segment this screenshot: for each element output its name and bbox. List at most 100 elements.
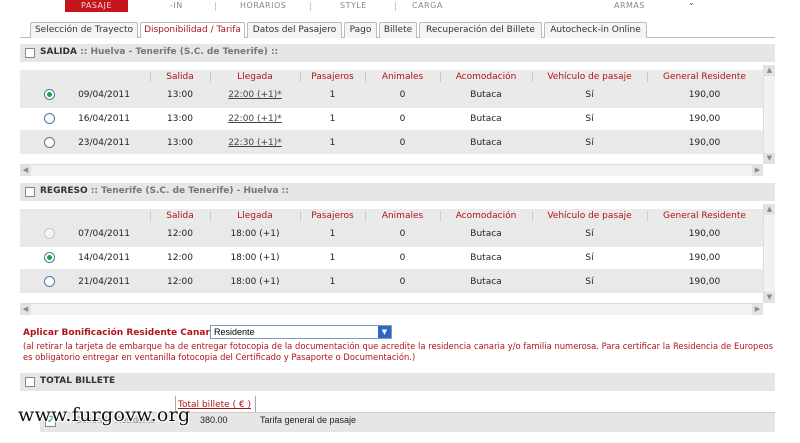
schedule-row[interactable]: 21/04/2011 12:00 18:00 (+1) 1 0 Butaca Sí 190,0… [20,271,763,293]
select-trip-radio[interactable] [44,252,55,263]
menu-item-carga[interactable]: CARGA [412,0,452,12]
column-header: General Residente [663,211,746,221]
cell-animales: 0 [399,138,406,148]
cell-salida: 13:00 [167,90,193,100]
salida-title: SALIDA :: Huelva - Tenerife (S.C. de Ten… [40,47,279,57]
regreso-panel: REGRESO :: Tenerife (S.C. de Tenerife) -… [20,183,775,318]
column-header: Salida [166,211,194,221]
scroll-right-icon[interactable]: ▶ [752,304,763,315]
column-separator [647,72,648,82]
scroll-down-icon[interactable]: ▼ [764,292,775,303]
menu-item-pasaje[interactable]: PASAJE [65,0,128,12]
total-checkbox[interactable] [25,377,35,387]
column-header: Pasajeros [311,72,354,82]
menu-item-armas[interactable]: ARMAS [614,0,654,12]
trip-date: 07/04/2011 [78,229,130,239]
select-trip-radio[interactable] [44,137,55,148]
bonus-select[interactable]: Residente ▼ [210,325,392,339]
cell-pasajeros: 1 [329,229,336,239]
column-separator [440,211,441,221]
salida-panel: SALIDA :: Huelva - Tenerife (S.C. de Ten… [20,44,775,179]
menu-item-checkin[interactable]: -IN [170,0,200,12]
schedule-row[interactable]: 07/04/2011 12:00 18:00 (+1) 1 0 Butaca Sí 190,0… [20,223,763,245]
cell-llegada[interactable]: 22:30 (+1)* [210,132,300,154]
salida-horizontal-scrollbar[interactable]: ◀ ▶ [20,164,763,176]
regreso-horizontal-scrollbar[interactable]: ◀ ▶ [20,303,763,315]
cell-vehiculo: Sí [585,138,594,148]
scroll-up-icon[interactable]: ▲ [764,204,775,215]
cell-salida: 12:00 [167,253,193,263]
cell-acomodacion: Butaca [470,253,502,263]
bonus-label: Aplicar Bonificación Residente Canario [23,328,220,338]
cell-pasajeros: 1 [329,253,336,263]
cell-llegada[interactable]: 22:00 (+1)* [210,84,300,106]
cell-pasajeros: 1 [329,277,336,287]
schedule-row[interactable]: 09/04/2011 13:00 22:00 (+1)* 1 0 Butaca Sí 190,… [20,84,763,106]
scroll-up-icon[interactable]: ▲ [764,65,775,76]
cell-pasajeros: 1 [329,138,336,148]
cell-salida: 13:00 [167,114,193,124]
select-trip-radio[interactable] [44,89,55,100]
column-separator [210,72,211,82]
schedule-row[interactable]: 23/04/2011 13:00 22:30 (+1)* 1 0 Butaca Sí 190,… [20,132,763,154]
menu-item-horarios[interactable]: HORARIOS [240,0,300,12]
column-header: Animales [381,211,424,221]
tab-datos-pasajero[interactable]: Datos del Pasajero [247,22,342,38]
column-separator [440,72,441,82]
column-header: Vehículo de pasaje [547,72,632,82]
trip-date: 23/04/2011 [78,138,130,148]
cell-precio: 190,00 [688,253,721,263]
column-header: Vehículo de pasaje [547,211,632,221]
cell-precio: 190,00 [688,90,721,100]
salida-vertical-scrollbar[interactable]: ▲ ▼ [763,65,775,164]
select-trip-radio [44,228,55,239]
cell-animales: 0 [399,90,406,100]
tab-autocheckin-online[interactable]: Autocheck-in Online [544,22,647,38]
cell-llegada[interactable]: 22:00 (+1)* [210,108,300,130]
column-header: Animales [381,72,424,82]
tab-pago[interactable]: Pago [344,22,377,38]
column-separator [532,72,533,82]
scroll-left-icon[interactable]: ◀ [20,165,31,176]
menu-arrow-icon: ⌄ [688,0,695,7]
column-separator [300,211,301,221]
total-title: TOTAL BILLETE [40,376,116,386]
regreso-header: REGRESO :: Tenerife (S.C. de Tenerife) -… [20,183,775,201]
column-header: General Residente [663,72,746,82]
cell-acomodacion: Butaca [470,90,502,100]
cell-vehiculo: Sí [585,229,594,239]
cell-precio: 190,00 [688,229,721,239]
schedule-row[interactable]: 14/04/2011 12:00 18:00 (+1) 1 0 Butaca Sí 190,0… [20,247,763,269]
tab-recuperacion-billete[interactable]: Recuperación del Billete [419,22,542,38]
cell-pasajeros: 1 [329,114,336,124]
scroll-right-icon[interactable]: ▶ [752,165,763,176]
cell-animales: 0 [399,277,406,287]
column-separator [365,72,366,82]
cell-animales: 0 [399,253,406,263]
column-separator [210,211,211,221]
regreso-checkbox[interactable] [25,187,35,197]
select-trip-radio[interactable] [44,113,55,124]
schedule-row[interactable]: 16/04/2011 13:00 22:00 (+1)* 1 0 Butaca Sí 190,… [20,108,763,130]
salida-checkbox[interactable] [25,48,35,58]
bonus-select-value: Residente [214,327,255,337]
cell-animales: 0 [399,114,406,124]
scroll-left-icon[interactable]: ◀ [20,304,31,315]
regreso-title: REGRESO :: Tenerife (S.C. de Tenerife) -… [40,186,289,196]
menu-separator [310,2,311,11]
cell-acomodacion: Butaca [470,138,502,148]
tab-seleccion-trayecto[interactable]: Selección de Trayecto [30,22,138,38]
column-header: Acomodación [455,211,517,221]
tab-billete[interactable]: Billete [379,22,417,38]
tab-disponibilidad-tarifa[interactable]: Disponibilidad / Tarifa [140,22,245,38]
column-header: Salida [166,72,194,82]
chevron-down-icon[interactable]: ▼ [378,326,391,338]
select-trip-radio[interactable] [44,276,55,287]
column-separator [365,211,366,221]
regreso-vertical-scrollbar[interactable]: ▲ ▼ [763,204,775,303]
trip-date: 14/04/2011 [78,253,130,263]
cell-acomodacion: Butaca [470,277,502,287]
menu-separator [395,2,396,11]
menu-item-style[interactable]: STYLE [340,0,380,12]
scroll-down-icon[interactable]: ▼ [764,153,775,164]
